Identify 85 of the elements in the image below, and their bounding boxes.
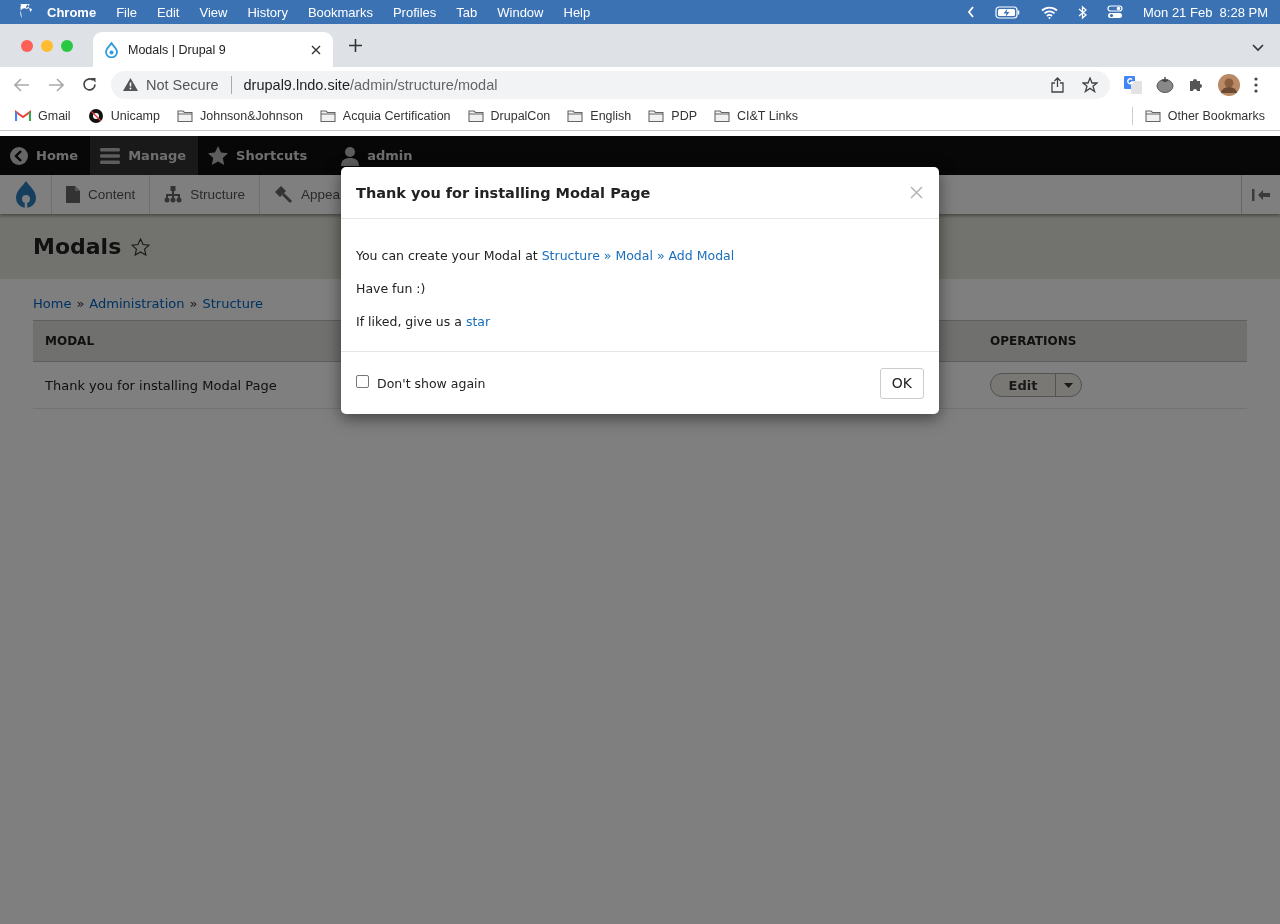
address-bar[interactable]: Not Secure drupal9.lndo.site/admin/structure/modal — [111, 70, 1110, 99]
translate-icon[interactable] — [1124, 75, 1142, 94]
more-icon[interactable] — [1254, 76, 1258, 93]
menu-item[interactable]: Tab — [446, 4, 488, 20]
toolbar-item[interactable]: Home — [0, 136, 91, 175]
folder-icon — [319, 108, 336, 124]
star-outline-icon[interactable] — [131, 237, 151, 256]
breadcrumb-separator: » — [189, 296, 198, 311]
table-cell-text: Thank you for installing Modal Page — [44, 377, 277, 393]
dialog-title: Thank you for installing Modal Page — [356, 184, 651, 201]
paintbrush-icon — [274, 185, 294, 204]
toggle-icon[interactable] — [1107, 5, 1123, 19]
warning-icon — [123, 78, 138, 91]
paragraph: If liked, give us a star — [356, 313, 492, 330]
column-header: MODAL — [44, 334, 95, 348]
bookmark[interactable]: PDP — [648, 108, 697, 124]
page-icon — [66, 186, 80, 203]
toolbar-item[interactable]: admin — [319, 136, 425, 175]
menu-item[interactable]: History — [237, 4, 298, 20]
security-label: Not Secure — [146, 76, 219, 93]
caret-icon — [1064, 382, 1073, 388]
checkbox-label: Don't show again — [377, 375, 486, 391]
reload-icon[interactable] — [82, 77, 97, 92]
star-icon[interactable] — [1082, 76, 1098, 93]
app-menu[interactable]: Chrome — [33, 4, 107, 20]
folder-icon — [177, 108, 193, 124]
link[interactable]: Structure » Modal » Add Modal — [541, 248, 735, 263]
folder-icon — [1144, 108, 1161, 124]
wifi-icon[interactable] — [1041, 5, 1058, 19]
menu-item[interactable]: View — [189, 4, 238, 20]
breadcrumb-link[interactable]: Administration — [89, 296, 185, 311]
bookmark[interactable]: Acquia Certification — [319, 108, 451, 124]
browser-tab[interactable]: Modals | Drupal 9 — [93, 32, 333, 67]
back-circle-icon — [10, 146, 28, 165]
bookmark[interactable]: English — [567, 108, 632, 124]
column-header: OPERATIONS — [989, 334, 1077, 348]
drop-icon — [105, 41, 118, 58]
checkbox[interactable] — [356, 374, 369, 388]
breadcrumb-link[interactable]: Structure — [202, 296, 263, 311]
breadcrumb-separator: » — [76, 296, 85, 311]
menu-item[interactable]: File — [106, 4, 148, 20]
folder-icon — [648, 108, 665, 124]
bookmark[interactable]: Unicamp — [87, 108, 160, 124]
bookmark[interactable]: CI&T Links — [714, 108, 798, 124]
bookmark[interactable]: Other Bookmarks — [1144, 108, 1265, 124]
user-icon — [341, 145, 360, 166]
battery-icon[interactable] — [995, 5, 1021, 19]
drop-logo-icon[interactable] — [13, 179, 38, 210]
chevron-left-icon[interactable] — [967, 6, 975, 18]
share-icon[interactable] — [1051, 76, 1064, 93]
folder-icon — [567, 108, 584, 124]
folder-icon — [714, 108, 730, 124]
menu-item[interactable]: Edit — [147, 4, 190, 20]
menu-item[interactable]: Window — [487, 4, 554, 20]
bookmark[interactable]: Gmail — [15, 109, 71, 123]
tab-title: Modals | Drupal 9 — [128, 42, 227, 57]
clock: Mon 21 Feb 8:28 PM — [1143, 4, 1268, 20]
paragraph: Have fun :) — [356, 280, 427, 297]
breadcrumb-link[interactable]: Home — [33, 296, 72, 311]
toolbar-item[interactable]: Manage — [90, 136, 199, 175]
collapse-icon[interactable] — [1252, 188, 1270, 201]
sitemap-icon — [164, 186, 183, 203]
avatar-icon[interactable] — [1218, 73, 1240, 96]
menu-item[interactable]: Profiles — [382, 4, 447, 20]
paragraph: You can create your Modal at Structure » Modal » Add Modal — [356, 247, 736, 264]
ok-button[interactable]: OK — [879, 367, 924, 399]
menu-item[interactable]: Bookmarks — [297, 4, 383, 20]
mail-icon — [15, 110, 31, 122]
close-icon[interactable] — [311, 44, 321, 55]
star-icon — [208, 146, 229, 165]
url-text: drupal9.lndo.site/admin/structure/modal — [243, 76, 498, 93]
plus-icon[interactable] — [349, 39, 362, 52]
puzzle-icon[interactable] — [1188, 76, 1204, 93]
toolbar-item[interactable]: Shortcuts — [198, 136, 320, 175]
bookmark[interactable]: DrupalCon — [467, 108, 551, 124]
chevron-down-icon[interactable] — [1252, 44, 1264, 52]
close-icon — [910, 186, 923, 199]
bookmark[interactable]: Johnson&Johnson — [177, 108, 303, 124]
tomato-icon[interactable] — [1156, 76, 1174, 93]
menu-icon — [100, 147, 121, 164]
link[interactable]: star — [465, 314, 491, 329]
folder-icon — [467, 108, 484, 124]
bluetooth-icon[interactable] — [1078, 4, 1087, 20]
menu-item[interactable]: Help — [553, 4, 601, 20]
page-title: Modals — [33, 234, 122, 259]
